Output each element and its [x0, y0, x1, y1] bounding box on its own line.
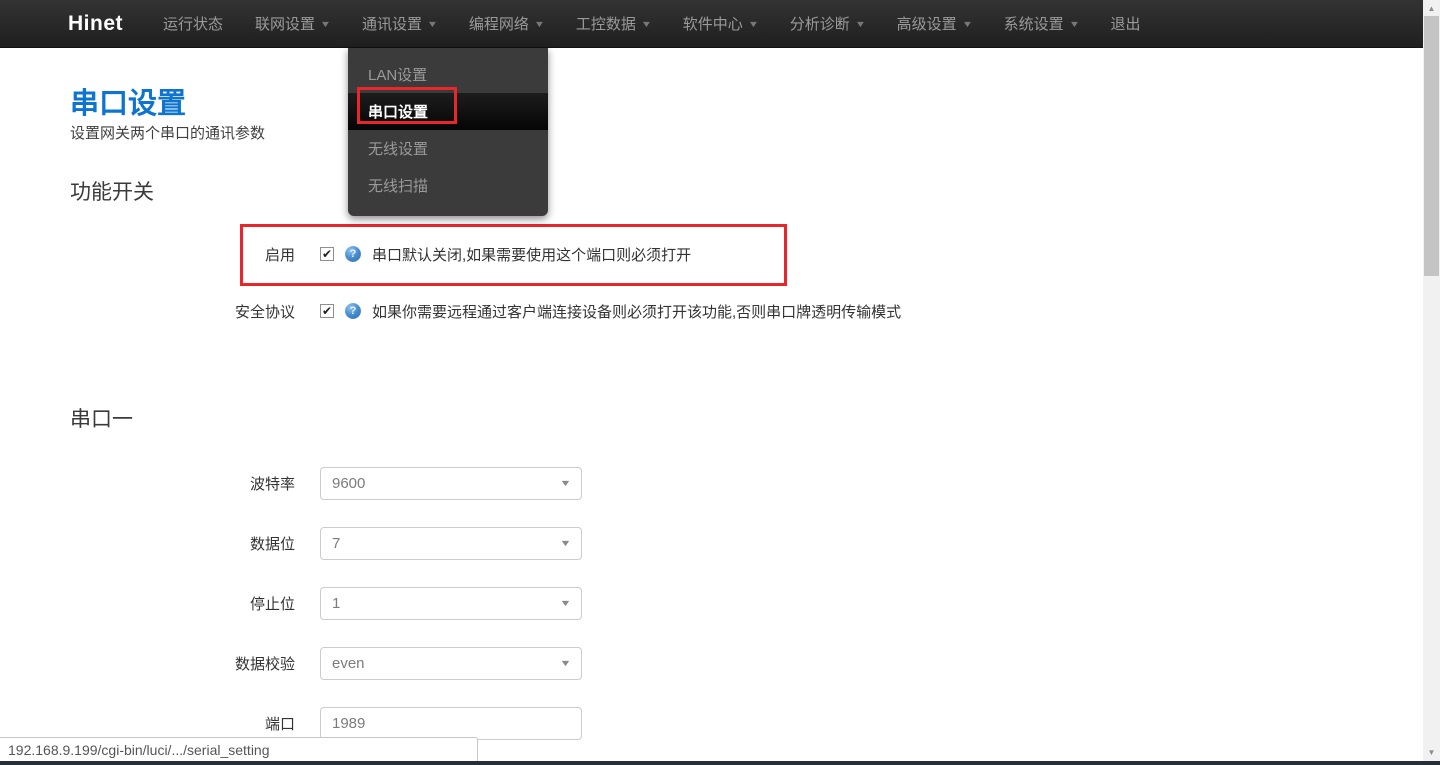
status-url-text: 192.168.9.199/cgi-bin/luci/.../serial_se…	[8, 741, 270, 758]
chevron-down-icon: ▼	[559, 478, 572, 488]
secure-protocol-label: 安全协议	[234, 303, 295, 321]
data-bits-row: 数据位 7 ▼	[70, 526, 582, 560]
chevron-down-icon: ▼	[319, 18, 332, 29]
page-subtitle: 设置网关两个串口的通讯参数	[70, 125, 266, 142]
chevron-down-icon: ▼	[854, 18, 866, 29]
nav-item-label: 运行状态	[163, 16, 224, 33]
help-icon[interactable]: ?	[345, 303, 361, 319]
secure-protocol-row: 安全协议 ✔ ? 如果你需要远程通过客户端连接设备则必须打开该功能,否则串口牌透…	[70, 301, 901, 321]
enable-checkbox[interactable]: ✔	[320, 247, 334, 261]
nav-item-label: 高级设置	[896, 16, 957, 33]
parity-select[interactable]: even ▼	[320, 646, 582, 680]
page-title: 串口设置	[70, 88, 187, 120]
enable-label: 启用	[264, 246, 295, 264]
section-heading-function-switch: 功能开关	[70, 181, 154, 204]
baud-rate-row: 波特率 9600 ▼	[70, 466, 582, 500]
dropdown-item-serial-settings[interactable]: 串口设置	[348, 93, 548, 130]
taskbar-top-edge	[0, 761, 1440, 765]
port-label: 端口	[264, 715, 295, 733]
nav-item-industrial-data[interactable]: 工控数据 ▼	[560, 0, 667, 48]
baud-rate-value: 9600	[332, 474, 366, 492]
dropdown-item-lan-settings[interactable]: LAN设置	[348, 56, 548, 93]
secure-protocol-help-text: 如果你需要远程通过客户端连接设备则必须打开该功能,否则串口牌透明传输模式	[372, 303, 902, 321]
main-content: Hinet 运行状态 联网设置 ▼ 通讯设置 ▼ 编程网络 ▼ 工控数据 ▼ 软…	[0, 0, 1440, 765]
chevron-down-icon: ▼	[747, 18, 760, 29]
nav-item-software-center[interactable]: 软件中心 ▼	[667, 0, 774, 48]
nav-item-label: 联网设置	[255, 16, 316, 33]
port-input[interactable]	[320, 706, 582, 740]
nav-item-network-settings[interactable]: 联网设置 ▼	[239, 0, 346, 48]
data-bits-label: 数据位	[249, 535, 295, 553]
port-row: 端口	[70, 706, 582, 740]
nav-item-system-settings[interactable]: 系统设置 ▼	[988, 0, 1095, 48]
section-heading-serial-one: 串口一	[70, 408, 133, 431]
stop-bits-label: 停止位	[249, 595, 295, 613]
data-bits-select[interactable]: 7 ▼	[320, 526, 582, 560]
nav-item-label: 通讯设置	[361, 16, 422, 33]
scrollbar-thumb[interactable]	[1424, 16, 1439, 276]
nav-item-comm-settings[interactable]: 通讯设置 ▼	[346, 0, 453, 48]
secure-protocol-checkbox[interactable]: ✔	[320, 304, 334, 318]
help-icon[interactable]: ?	[345, 246, 361, 262]
chevron-down-icon: ▼	[559, 538, 572, 548]
nav-item-advanced-settings[interactable]: 高级设置 ▼	[881, 0, 988, 48]
scrollbar-up-arrow-icon[interactable]: ▲	[1423, 0, 1440, 16]
nav-item-label: 系统设置	[1003, 16, 1064, 33]
comm-settings-dropdown-menu: LAN设置 串口设置 无线设置 无线扫描	[348, 48, 548, 216]
chevron-down-icon: ▼	[426, 18, 439, 29]
nav-item-label: 工控数据	[575, 16, 636, 33]
stop-bits-value: 1	[332, 594, 341, 612]
chevron-down-icon: ▼	[533, 18, 546, 29]
nav-item-label: 分析诊断	[789, 16, 850, 33]
dropdown-item-wireless-scan[interactable]: 无线扫描	[348, 167, 548, 204]
top-navbar: Hinet 运行状态 联网设置 ▼ 通讯设置 ▼ 编程网络 ▼ 工控数据 ▼ 软…	[0, 0, 1423, 48]
brand-logo[interactable]: Hinet	[68, 12, 123, 36]
enable-row: 启用 ✔ ? 串口默认关闭,如果需要使用这个端口则必须打开	[70, 244, 691, 264]
baud-rate-label: 波特率	[249, 475, 295, 493]
stop-bits-select[interactable]: 1 ▼	[320, 586, 582, 620]
nav-item-analysis-diagnosis[interactable]: 分析诊断 ▼	[774, 0, 881, 48]
nav-item-running-status[interactable]: 运行状态	[147, 0, 239, 48]
chevron-down-icon: ▼	[1068, 18, 1080, 29]
stop-bits-row: 停止位 1 ▼	[70, 586, 582, 620]
scrollbar-down-arrow-icon[interactable]: ▼	[1423, 744, 1440, 760]
nav-item-label: 软件中心	[682, 16, 743, 33]
dropdown-item-wireless-settings[interactable]: 无线设置	[348, 130, 548, 167]
status-url-tooltip: 192.168.9.199/cgi-bin/luci/.../serial_se…	[0, 737, 478, 761]
parity-row: 数据校验 even ▼	[70, 646, 582, 680]
nav-item-programming-network[interactable]: 编程网络 ▼	[453, 0, 560, 48]
chevron-down-icon: ▼	[559, 658, 572, 668]
nav-item-logout[interactable]: 退出	[1095, 0, 1157, 48]
nav-item-label: 编程网络	[468, 16, 529, 33]
chevron-down-icon: ▼	[961, 18, 973, 29]
nav-item-label: 退出	[1110, 16, 1141, 33]
chevron-down-icon: ▼	[559, 598, 572, 608]
data-bits-value: 7	[332, 534, 341, 552]
enable-help-text: 串口默认关闭,如果需要使用这个端口则必须打开	[372, 246, 692, 264]
vertical-scrollbar[interactable]: ▲ ▼	[1423, 0, 1440, 765]
parity-value: even	[332, 654, 365, 672]
parity-label: 数据校验	[234, 655, 295, 673]
baud-rate-select[interactable]: 9600 ▼	[320, 466, 582, 500]
chevron-down-icon: ▼	[640, 18, 653, 29]
